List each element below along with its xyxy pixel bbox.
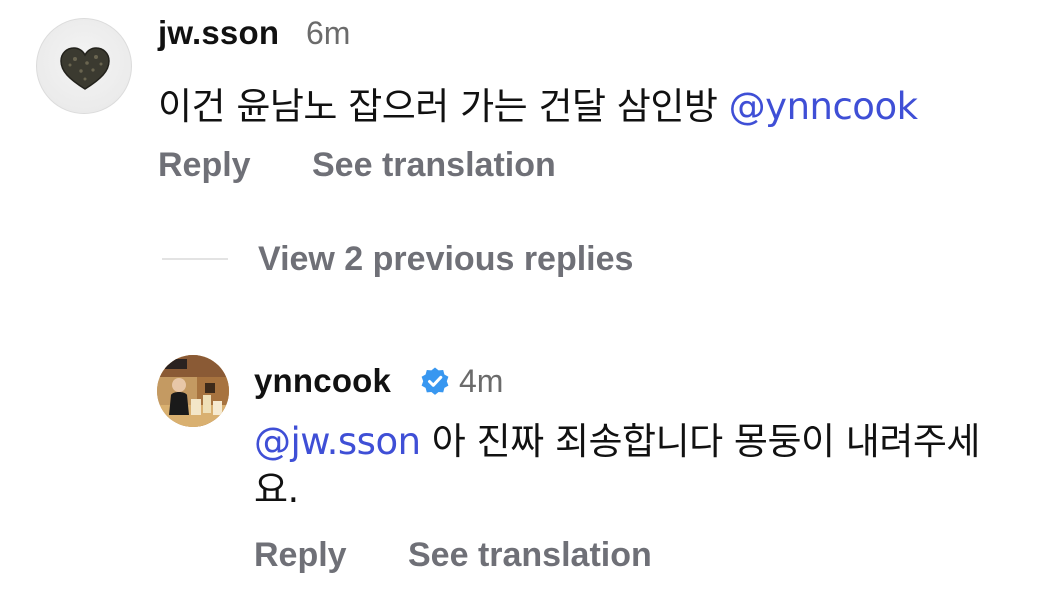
comment-text: 이건 윤남노 잡으러 가는 건달 삼인방 @ynncook [158, 76, 918, 130]
thread-divider [162, 258, 228, 260]
comment-username[interactable]: jw.sson [158, 14, 279, 52]
reply-button[interactable]: Reply [254, 536, 347, 575]
comment-timestamp: 6m [306, 15, 351, 51]
reply-button[interactable]: Reply [158, 146, 251, 185]
comment-body: 이건 윤남노 잡으러 가는 건달 삼인방 [158, 85, 718, 128]
see-translation-button[interactable]: See translation [408, 536, 652, 575]
reply-timestamp: 4m [459, 363, 504, 399]
view-previous-replies-button[interactable]: View 2 previous replies [258, 240, 633, 279]
see-translation-button[interactable]: See translation [312, 146, 556, 185]
mention-link[interactable]: @jw.sson [254, 420, 421, 463]
avatar[interactable] [157, 355, 229, 427]
reply-username[interactable]: ynncook [254, 362, 391, 400]
avatar[interactable] [36, 18, 132, 114]
verified-badge-icon [421, 367, 449, 395]
heart-icon [60, 47, 110, 90]
mention-link[interactable]: @ynncook [729, 85, 918, 128]
profile-photo [157, 355, 229, 427]
reply-text: @jw.sson 아 진짜 죄송합니다 몽둥이 내려주세요. [254, 418, 1024, 514]
